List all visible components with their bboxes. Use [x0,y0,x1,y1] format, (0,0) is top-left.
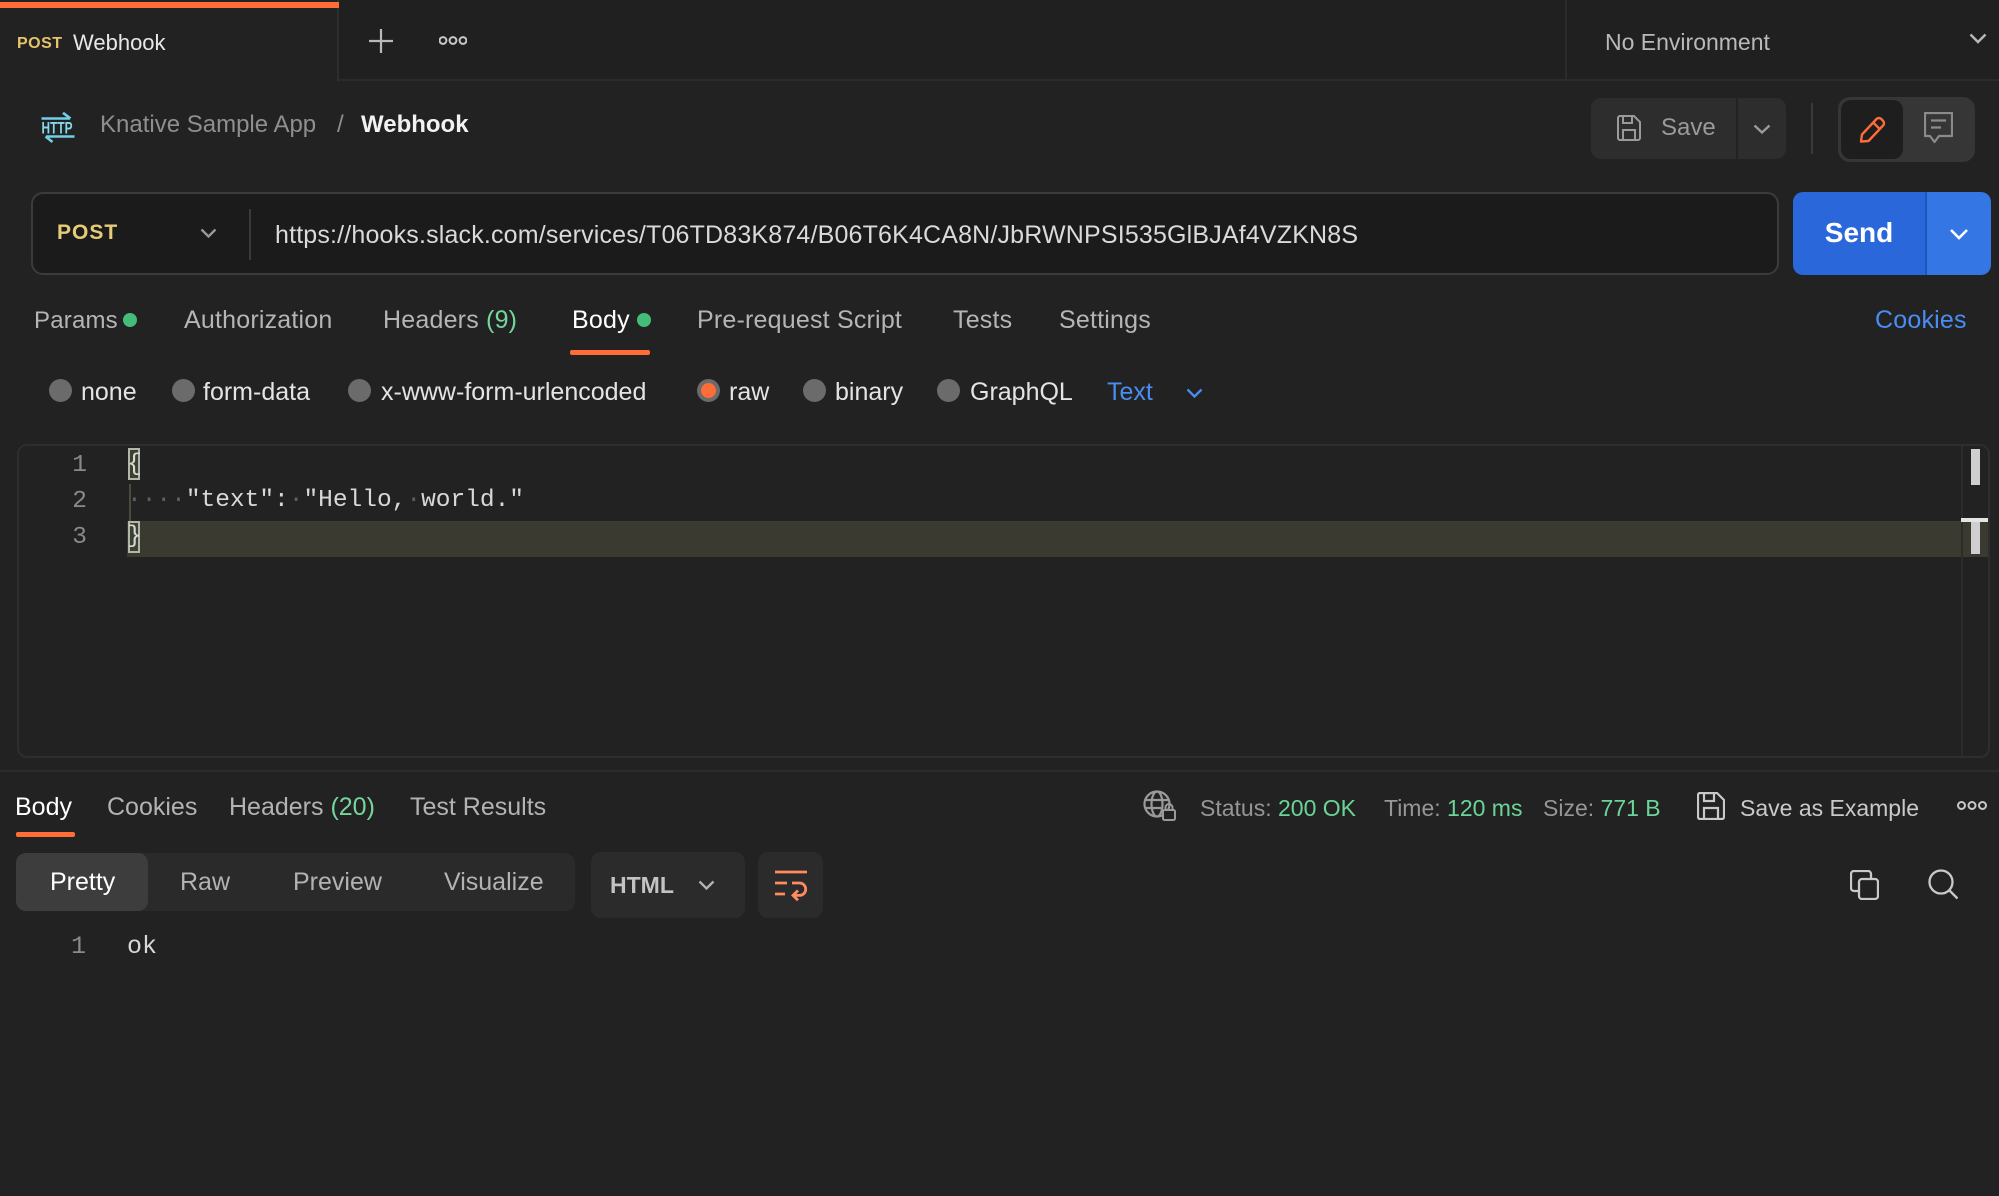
svg-text:HTTP: HTTP [42,120,73,138]
